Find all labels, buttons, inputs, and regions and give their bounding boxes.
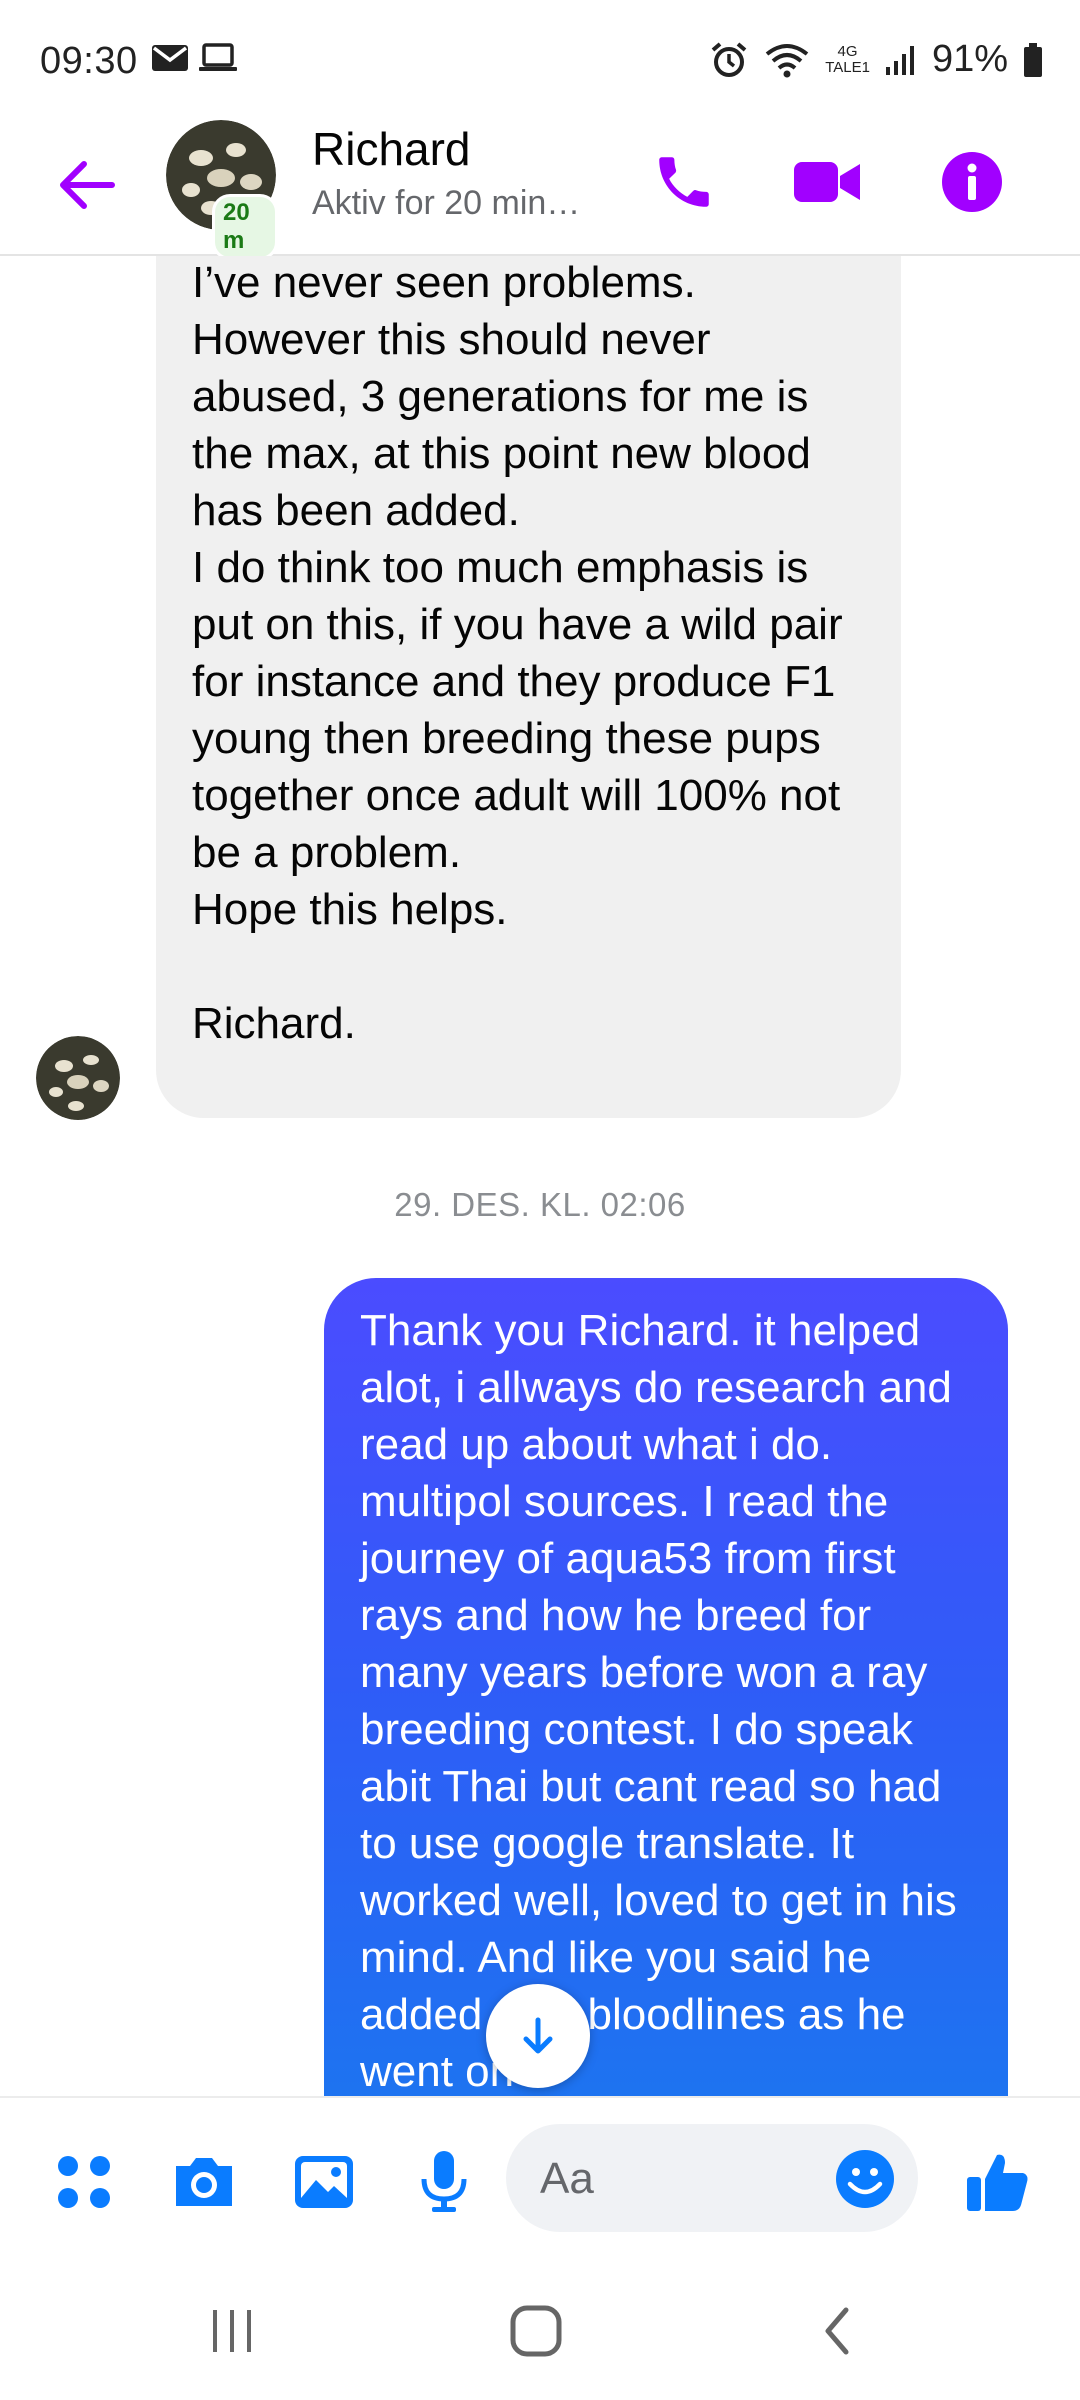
message-composer: Aa bbox=[0, 2096, 1080, 2258]
system-nav-bar bbox=[0, 2256, 1080, 2400]
voice-message-button[interactable] bbox=[408, 2146, 480, 2218]
like-button[interactable] bbox=[962, 2146, 1034, 2218]
status-time: 09:30 bbox=[40, 40, 138, 82]
chat-header: 20 m Richard Aktiv for 20 min… bbox=[0, 120, 1080, 260]
grid-dots-icon bbox=[58, 2156, 110, 2208]
incoming-message-bubble[interactable]: I’ve never seen problems. However this s… bbox=[156, 256, 901, 1118]
outgoing-message-bubble[interactable]: Thank you Richard. it helped alot, i all… bbox=[324, 1278, 1008, 2096]
message-timestamp: 29. DES. KL. 02:06 bbox=[394, 1186, 686, 1223]
info-button[interactable] bbox=[930, 140, 1014, 224]
thumbs-up-icon bbox=[967, 2154, 1028, 2211]
contact-status: Aktiv for 20 min… bbox=[312, 184, 581, 222]
contact-avatar[interactable]: 20 m bbox=[166, 120, 278, 260]
network-label: 4G TALE1 bbox=[825, 42, 870, 76]
alarm-icon bbox=[711, 41, 747, 77]
sender-avatar[interactable] bbox=[36, 1036, 120, 1120]
back-arrow-icon[interactable] bbox=[52, 150, 122, 220]
video-camera-icon bbox=[794, 162, 860, 202]
battery-icon bbox=[1024, 42, 1042, 77]
carrier-label: TALE1 bbox=[825, 58, 870, 76]
signal-icon bbox=[885, 45, 914, 75]
arrow-down-icon bbox=[523, 2017, 553, 2054]
back-button[interactable] bbox=[798, 2296, 878, 2366]
back-chevron-icon bbox=[825, 2307, 849, 2355]
video-call-button[interactable] bbox=[786, 140, 870, 224]
emoji-icon[interactable] bbox=[834, 2148, 896, 2210]
message-input[interactable]: Aa bbox=[506, 2124, 918, 2232]
home-icon bbox=[510, 2305, 562, 2357]
image-icon bbox=[295, 2156, 353, 2208]
wifi-icon bbox=[765, 43, 809, 77]
message-input-placeholder: Aa bbox=[540, 2154, 594, 2203]
network-type: 4G bbox=[837, 42, 858, 60]
recent-apps-button[interactable] bbox=[192, 2296, 272, 2366]
info-icon bbox=[942, 152, 1002, 212]
scroll-to-bottom-button[interactable] bbox=[486, 1984, 590, 2088]
active-badge: 20 m bbox=[212, 194, 278, 260]
outgoing-message-text: Thank you Richard. it helped alot, i all… bbox=[360, 1306, 969, 2096]
contact-name[interactable]: Richard bbox=[312, 122, 471, 176]
incoming-message-text: I’ve never seen problems. However this s… bbox=[192, 258, 843, 1048]
status-right: 4G TALE1 91% bbox=[709, 38, 1044, 81]
message-list[interactable]: I’ve never seen problems. However this s… bbox=[0, 256, 1080, 2096]
call-button[interactable] bbox=[642, 140, 726, 224]
home-button[interactable] bbox=[496, 2296, 576, 2366]
camera-button[interactable] bbox=[168, 2146, 240, 2218]
mail-icon bbox=[152, 45, 188, 71]
battery-percent: 91% bbox=[931, 38, 1008, 80]
phone-icon bbox=[659, 157, 709, 207]
camera-icon bbox=[176, 2158, 232, 2206]
more-actions-button[interactable] bbox=[48, 2146, 120, 2218]
status-bar: 09:30 4G TALE1 91% bbox=[0, 0, 1080, 120]
gallery-button[interactable] bbox=[288, 2146, 360, 2218]
recent-apps-icon bbox=[213, 2310, 251, 2352]
microphone-icon bbox=[421, 2151, 467, 2212]
laptop-icon bbox=[199, 43, 237, 71]
